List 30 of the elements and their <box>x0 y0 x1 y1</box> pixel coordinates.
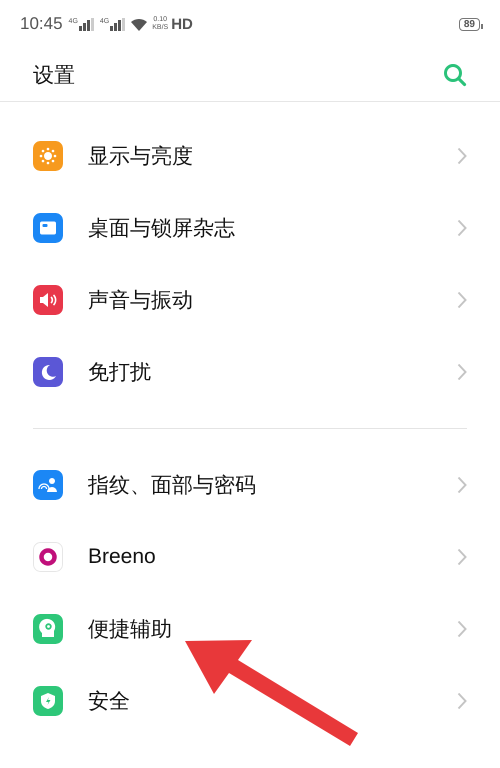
search-icon[interactable] <box>443 62 467 86</box>
signal-icon <box>78 18 95 30</box>
item-label: 指纹、面部与密码 <box>88 472 256 499</box>
item-label: 便捷辅助 <box>88 616 172 643</box>
item-label: 声音与振动 <box>88 287 193 314</box>
item-label: 安全 <box>88 688 130 715</box>
settings-item[interactable]: 免打扰 <box>0 336 500 408</box>
settings-item[interactable]: 声音与振动 <box>0 264 500 336</box>
settings-item[interactable]: 显示与亮度 <box>0 120 500 192</box>
settings-item[interactable]: Breeno <box>0 521 500 593</box>
item-label: 免打扰 <box>88 359 151 386</box>
wifi-icon <box>131 18 148 30</box>
chevron-icon <box>457 219 467 237</box>
chevron-icon <box>457 548 467 566</box>
page-title: 设置 <box>33 62 75 88</box>
chevron-icon <box>457 620 467 638</box>
settings-item[interactable]: 桌面与锁屏杂志 <box>0 192 500 264</box>
item-label: 显示与亮度 <box>88 143 193 170</box>
settings-item[interactable]: 指纹、面部与密码 <box>0 449 500 521</box>
hd-label: HD <box>171 16 193 32</box>
chevron-icon <box>457 147 467 165</box>
battery-level: 89 <box>458 18 480 30</box>
chevron-icon <box>457 363 467 381</box>
clock: 10:45 <box>20 14 63 34</box>
chevron-icon <box>457 476 467 494</box>
chevron-icon <box>457 692 467 710</box>
chevron-icon <box>457 291 467 309</box>
item-label: Breeno <box>88 545 156 569</box>
signal-icon <box>110 18 126 30</box>
item-label: 桌面与锁屏杂志 <box>88 215 235 242</box>
